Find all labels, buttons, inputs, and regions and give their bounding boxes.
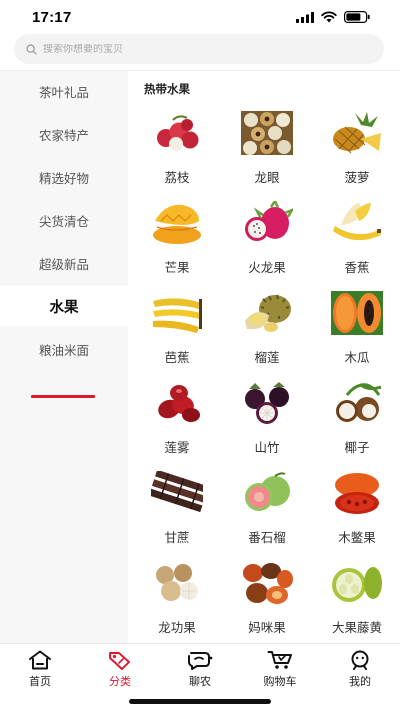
signal-icon: [296, 11, 314, 23]
fruit-item-mango[interactable]: 芒果: [132, 201, 222, 291]
cart-icon: [267, 651, 292, 669]
fruit-item-gac[interactable]: 木鳖果: [312, 471, 400, 561]
home-indicator: [129, 699, 271, 704]
tab-label: 聊农: [189, 675, 211, 688]
sidebar-item-label: 粮油米面: [38, 342, 89, 358]
fruit-name: 莲雾: [164, 440, 190, 455]
category-content: 热带水果 荔枝 龙眼 菠萝 芒果 火龙果 香蕉 芭蕉 榴莲 木瓜 莲雾 山竹 椰…: [128, 71, 400, 643]
garcinia-icon: [331, 561, 383, 605]
mangosteen-icon: [241, 381, 293, 425]
status-icons: [296, 11, 370, 23]
longan-icon: [241, 111, 293, 155]
category-tag-icon: [109, 652, 130, 670]
fruit-name: 龙眼: [254, 170, 280, 185]
durian-icon: [241, 291, 293, 335]
search-input[interactable]: [43, 43, 363, 55]
fruit-item-durian[interactable]: 榴莲: [222, 291, 312, 381]
fruit-name: 木瓜: [344, 350, 370, 365]
fruit-item-mommy[interactable]: 妈咪果: [222, 561, 312, 643]
fruit-name: 荔枝: [164, 170, 190, 185]
longgong-fruit-icon: [151, 561, 203, 605]
tab-label: 我的: [349, 675, 371, 688]
tab-home[interactable]: 首页: [0, 644, 80, 690]
fruit-name: 榴莲: [254, 350, 280, 365]
dragonfruit-icon: [241, 201, 293, 245]
fruit-item-longan[interactable]: 龙眼: [222, 111, 312, 201]
home-icon: [29, 650, 51, 670]
tab-profile[interactable]: 我的: [320, 644, 400, 690]
fruit-name: 菠萝: [344, 170, 370, 185]
wifi-icon: [321, 11, 337, 23]
papaya-icon: [331, 291, 383, 335]
fruit-name: 大果藤黄: [331, 620, 382, 635]
tab-label: 分类: [109, 675, 131, 688]
gac-fruit-icon: [331, 471, 383, 515]
fruit-name: 木鳖果: [338, 530, 376, 545]
fruit-item-pineapple[interactable]: 菠萝: [312, 111, 400, 201]
sidebar-item-selected-goods[interactable]: 精选好物: [0, 157, 128, 197]
tab-chat[interactable]: 聊农: [160, 644, 240, 690]
fruit-item-coconut[interactable]: 椰子: [312, 381, 400, 471]
status-bar: 17:17: [0, 0, 400, 34]
sidebar-item-tea-gifts[interactable]: 茶叶礼品: [0, 71, 128, 111]
sidebar-item-grain-oil[interactable]: 粮油米面: [0, 329, 128, 369]
sidebar-item-label: 尖货清仓: [38, 213, 89, 229]
sidebar-item-new-arrivals[interactable]: 超级新品: [0, 243, 128, 283]
fruit-name: 芒果: [164, 260, 190, 275]
fruit-item-guava[interactable]: 番石榴: [222, 471, 312, 561]
sugarcane-icon: [151, 471, 203, 515]
guava-icon: [241, 471, 293, 515]
search-icon: [26, 43, 37, 55]
fruit-item-dragonfruit[interactable]: 火龙果: [222, 201, 312, 291]
sidebar-item-label: 超级新品: [38, 256, 89, 272]
banana-icon: [331, 201, 383, 245]
fruit-item-lychee[interactable]: 荔枝: [132, 111, 222, 201]
fruit-item-garcinia[interactable]: 大果藤黄: [312, 561, 400, 643]
fruit-name: 龙功果: [158, 620, 196, 635]
fruit-item-longgong[interactable]: 龙功果: [132, 561, 222, 643]
fruit-name: 椰子: [344, 440, 370, 455]
fruit-item-wax-apple[interactable]: 莲雾: [132, 381, 222, 471]
sidebar-item-label: 茶叶礼品: [38, 84, 89, 100]
category-sidebar: 茶叶礼品 农家特产 精选好物 尖货清仓 超级新品 水果 粮油米面: [0, 71, 128, 643]
fruit-item-papaya[interactable]: 木瓜: [312, 291, 400, 381]
fruit-name: 番石榴: [248, 530, 286, 545]
profile-icon: [351, 650, 369, 670]
active-indicator: [31, 395, 95, 398]
sidebar-item-fruit[interactable]: 水果: [0, 286, 128, 326]
coconut-icon: [331, 381, 383, 425]
tab-label: 首页: [29, 675, 51, 688]
status-time: 17:17: [32, 8, 72, 26]
sidebar-item-clearance[interactable]: 尖货清仓: [0, 200, 128, 240]
fruit-name: 香蕉: [344, 260, 370, 275]
tab-category[interactable]: 分类: [80, 644, 160, 690]
tab-cart[interactable]: 购物车: [240, 644, 320, 690]
sidebar-item-label: 精选好物: [38, 170, 89, 186]
sidebar-item-label: 水果: [49, 299, 79, 316]
fruit-name: 妈咪果: [248, 620, 286, 635]
sidebar-item-label: 农家特产: [38, 127, 89, 143]
fruit-item-sugarcane[interactable]: 甘蔗: [132, 471, 222, 561]
sidebar-item-farm-specialties[interactable]: 农家特产: [0, 114, 128, 154]
battery-icon: [344, 11, 370, 23]
fruit-name: 山竹: [254, 440, 280, 455]
plantain-icon: [151, 291, 203, 335]
fruit-item-plantain[interactable]: 芭蕉: [132, 291, 222, 381]
section-title: 热带水果: [144, 82, 190, 96]
mango-icon: [151, 201, 203, 245]
search-bar[interactable]: [14, 34, 384, 64]
fruit-name: 芭蕉: [164, 350, 190, 365]
wax-apple-icon: [151, 381, 203, 425]
fruit-name: 甘蔗: [164, 530, 190, 545]
fruit-name: 火龙果: [248, 260, 286, 275]
mommy-fruit-icon: [241, 561, 293, 605]
chat-icon: [188, 652, 213, 670]
pineapple-icon: [331, 111, 383, 155]
fruit-item-banana[interactable]: 香蕉: [312, 201, 400, 291]
lychee-icon: [151, 111, 203, 155]
tab-label: 购物车: [263, 675, 297, 688]
fruit-item-mangosteen[interactable]: 山竹: [222, 381, 312, 471]
